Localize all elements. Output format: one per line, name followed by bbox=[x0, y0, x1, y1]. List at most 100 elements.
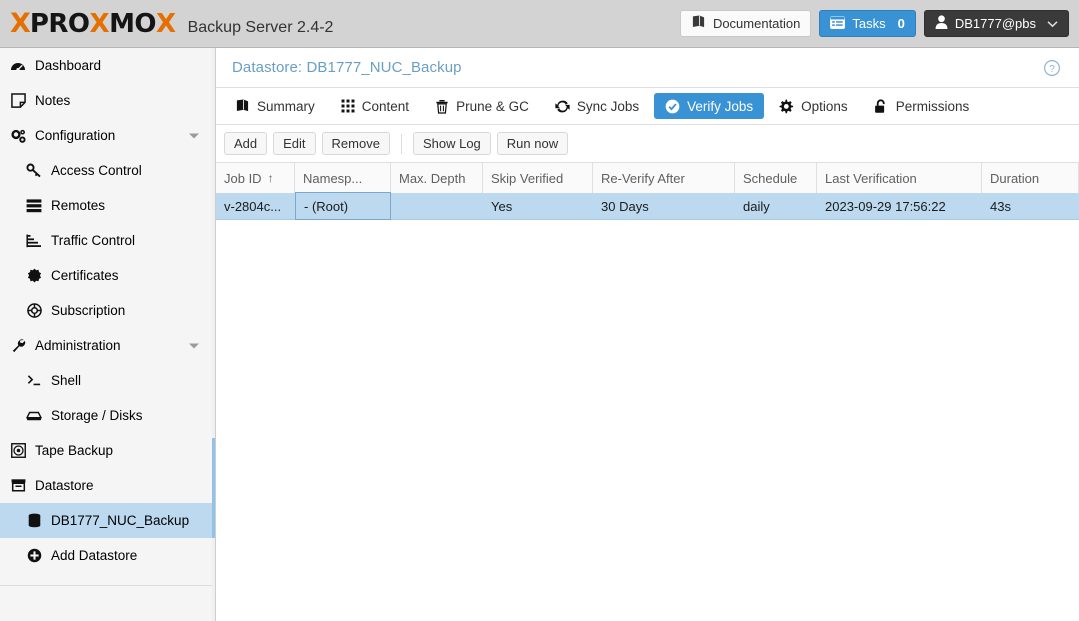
grid-dots-icon bbox=[341, 99, 355, 113]
sidebar-item-label: Add Datastore bbox=[51, 547, 138, 563]
database-icon bbox=[24, 513, 44, 528]
sidebar-item-remotes[interactable]: Remotes bbox=[0, 188, 215, 223]
logo-x-mark: X bbox=[10, 8, 31, 39]
chevron-down-icon[interactable] bbox=[189, 133, 199, 138]
sidebar-item-dashboard[interactable]: Dashboard bbox=[0, 48, 215, 83]
server-stack-icon bbox=[24, 198, 44, 214]
tab-label: Sync Jobs bbox=[576, 98, 640, 114]
help-button[interactable]: ? bbox=[1041, 57, 1063, 79]
key-icon bbox=[24, 163, 44, 179]
tasks-button[interactable]: Tasks 0 bbox=[819, 10, 916, 37]
gear-icon bbox=[779, 99, 794, 114]
grid-header-duration[interactable]: Duration bbox=[982, 163, 1079, 193]
tab-options[interactable]: Options bbox=[768, 93, 859, 119]
table-cell-max-depth[interactable] bbox=[391, 193, 483, 220]
sidebar-item-access-control[interactable]: Access Control bbox=[0, 153, 215, 188]
tasks-label: Tasks bbox=[852, 16, 886, 31]
sidebar-item-add-datastore[interactable]: Add Datastore bbox=[0, 538, 215, 573]
sidebar-scrollbar[interactable] bbox=[212, 48, 215, 621]
chevron-down-icon[interactable] bbox=[189, 343, 199, 348]
sidebar-item-tape-backup[interactable]: Tape Backup bbox=[0, 433, 215, 468]
sidebar-item-administration[interactable]: Administration bbox=[0, 328, 215, 363]
sidebar-navigation: Dashboard Notes Configuration Access Contro… bbox=[0, 48, 216, 621]
hard-disk-icon bbox=[24, 408, 44, 423]
tab-summary[interactable]: Summary bbox=[224, 93, 326, 119]
sidebar-item-traffic-control[interactable]: Traffic Control bbox=[0, 223, 215, 258]
grid-header-schedule[interactable]: Schedule bbox=[735, 163, 817, 193]
table-cell-duration[interactable]: 43s bbox=[982, 193, 1079, 220]
tab-label: Prune & GC bbox=[456, 98, 529, 114]
product-name: Backup Server 2.4-2 bbox=[187, 19, 334, 36]
tab-label: Summary bbox=[257, 98, 315, 114]
tape-reel-icon bbox=[8, 443, 28, 458]
grid-header-skip-verified[interactable]: Skip Verified bbox=[483, 163, 593, 193]
grid-rows: v-2804c... - (Root) Yes 30 Days daily 2023-09… bbox=[216, 192, 1079, 220]
sidebar-item-subscription[interactable]: Subscription bbox=[0, 293, 215, 328]
sidebar-item-label: Administration bbox=[35, 337, 121, 353]
book-icon bbox=[691, 15, 706, 32]
table-cell-schedule[interactable]: daily bbox=[735, 193, 817, 220]
grid-empty-area bbox=[216, 220, 1079, 615]
svg-text:?: ? bbox=[1049, 63, 1055, 74]
table-cell-namesp[interactable]: - (Root) bbox=[295, 192, 391, 220]
table-cell-job-id[interactable]: v-2804c... bbox=[216, 193, 295, 220]
tab-prune-gc[interactable]: Prune & GC bbox=[424, 93, 540, 119]
logo-word-pro: PRO bbox=[29, 9, 90, 39]
gears-icon bbox=[8, 128, 28, 144]
sidebar-item-label: Access Control bbox=[51, 162, 142, 178]
sidebar-item-label: Certificates bbox=[51, 267, 119, 283]
sidebar-item-list: Dashboard Notes Configuration Access Contro… bbox=[0, 48, 215, 573]
grid-header-last-verification[interactable]: Last Verification bbox=[817, 163, 982, 193]
trash-icon bbox=[435, 99, 449, 114]
top-header-bar: X PRO X MO X Backup Server 2.4-2 Documentati… bbox=[0, 0, 1079, 48]
sidebar-scrollbar-thumb[interactable] bbox=[212, 438, 215, 538]
sidebar-item-label: Datastore bbox=[35, 477, 94, 493]
tab-label: Permissions bbox=[895, 98, 970, 114]
traffic-bars-icon bbox=[24, 233, 44, 249]
show-log-button[interactable]: Show Log bbox=[412, 132, 491, 155]
sidebar-item-notes[interactable]: Notes bbox=[0, 83, 215, 118]
tab-permissions[interactable]: Permissions bbox=[863, 93, 981, 119]
grid-header-re-verify-after[interactable]: Re-Verify After bbox=[593, 163, 735, 193]
grid-header-label: Duration bbox=[990, 170, 1040, 186]
tab-content[interactable]: Content bbox=[330, 93, 420, 119]
proxmox-logo[interactable]: X PRO X MO X Backup Server 2.4-2 bbox=[0, 10, 333, 37]
panel-header: Datastore: DB1777_NUC_Backup ? bbox=[216, 48, 1079, 88]
tab-sync-jobs[interactable]: Sync Jobs bbox=[544, 93, 650, 119]
note-icon bbox=[8, 93, 28, 108]
documentation-label: Documentation bbox=[712, 16, 801, 31]
table-cell-last-verification[interactable]: 2023-09-29 17:56:22 bbox=[817, 193, 982, 220]
run-now-button[interactable]: Run now bbox=[496, 132, 569, 155]
table-row[interactable]: v-2804c... - (Root) Yes 30 Days daily 2023-09… bbox=[216, 192, 1079, 220]
sidebar-item-label: Shell bbox=[51, 372, 82, 388]
table-cell-skip-verified[interactable]: Yes bbox=[483, 193, 593, 220]
sidebar-item-certificates[interactable]: Certificates bbox=[0, 258, 215, 293]
grid-header-label: Schedule bbox=[743, 170, 798, 186]
add-button[interactable]: Add bbox=[224, 132, 268, 155]
grid-header-job-id[interactable]: Job ID ↑ bbox=[216, 163, 295, 193]
sidebar-item-datastore[interactable]: Datastore bbox=[0, 468, 215, 503]
sidebar-item-configuration[interactable]: Configuration bbox=[0, 118, 215, 153]
user-menu-button[interactable]: DB1777@pbs bbox=[923, 10, 1069, 37]
tab-bar: Summary Content Prune & GC Sync Jobs Verify … bbox=[216, 88, 1079, 125]
documentation-button[interactable]: Documentation bbox=[679, 10, 812, 37]
grid-header-max-depth[interactable]: Max. Depth bbox=[391, 163, 483, 193]
grid-header-namesp[interactable]: Namesp... bbox=[295, 163, 391, 193]
sidebar-divider bbox=[0, 585, 215, 586]
dashboard-icon bbox=[8, 59, 28, 72]
sidebar-item-db1777-nuc-backup[interactable]: DB1777_NUC_Backup bbox=[0, 503, 215, 538]
certificate-seal-icon bbox=[24, 268, 44, 283]
grid-header-label: Re-Verify After bbox=[601, 170, 685, 186]
wrench-icon bbox=[8, 338, 28, 353]
table-cell-re-verify-after[interactable]: 30 Days bbox=[593, 193, 735, 220]
sidebar-item-storage-disks[interactable]: Storage / Disks bbox=[0, 398, 215, 433]
tab-label: Verify Jobs bbox=[687, 98, 754, 114]
remove-button[interactable]: Remove bbox=[321, 132, 390, 155]
tab-verify-jobs[interactable]: Verify Jobs bbox=[654, 93, 765, 119]
edit-button[interactable]: Edit bbox=[273, 132, 316, 155]
sidebar-item-shell[interactable]: Shell bbox=[0, 363, 215, 398]
archive-box-icon bbox=[8, 478, 28, 493]
sidebar-item-label: DB1777_NUC_Backup bbox=[51, 512, 190, 528]
toolbar-separator bbox=[400, 133, 402, 154]
tab-label: Content bbox=[361, 98, 410, 114]
